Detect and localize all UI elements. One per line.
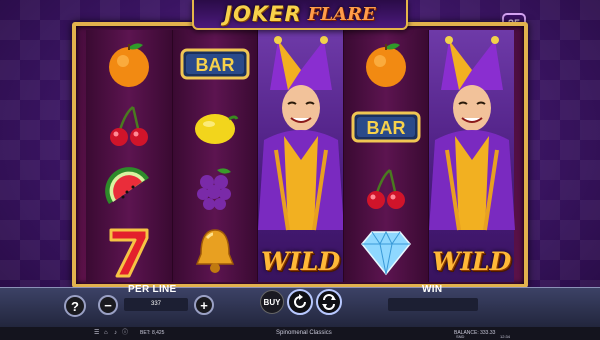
cherry-icon: [344, 158, 429, 221]
joker-icon: [258, 36, 345, 231]
autoplay-icon: [322, 294, 336, 310]
joker-icon: [429, 36, 516, 231]
sound-icon[interactable]: ♪: [114, 330, 117, 337]
bell-icon: [173, 220, 258, 283]
bet-decrease-button[interactable]: −: [98, 295, 118, 315]
orange-icon: [344, 32, 429, 95]
watermelon-icon: [86, 158, 172, 221]
logo-word-flare: FLARE: [307, 3, 376, 25]
reels-area: BAR WILD BAR WILD: [86, 30, 516, 283]
grapes-icon: [173, 158, 258, 221]
per-line-label: PER LINE: [128, 284, 177, 295]
clock: 12:34: [500, 334, 511, 339]
bar-label: BAR: [367, 118, 406, 138]
provider-logo: Spinomenal Classics: [276, 330, 332, 336]
logo-word-joker: JOKER: [224, 2, 302, 26]
win-value: [388, 298, 478, 311]
orange-icon: [86, 32, 172, 95]
wild-joker-symbol: WILD: [258, 30, 345, 282]
reel-1: [86, 30, 172, 282]
status-bar: ☰ ⌂ ♪ ⓘ BET: 8,425 Spinomenal Classics B…: [0, 327, 600, 340]
seven-icon: [86, 220, 172, 283]
lemon-icon: [173, 95, 258, 158]
menu-icon[interactable]: ☰: [94, 330, 99, 337]
buy-button[interactable]: BUY: [260, 290, 284, 314]
home-icon[interactable]: ⌂: [104, 330, 108, 337]
reel-4: BAR: [342, 30, 429, 283]
wild-label: WILD: [432, 247, 512, 276]
bar-icon: BAR: [173, 32, 258, 95]
wild-label: WILD: [260, 247, 340, 276]
bet-per-line-value: 337: [124, 298, 188, 311]
spin-button[interactable]: [287, 289, 313, 315]
reel-5: WILD: [428, 30, 516, 282]
autoplay-button[interactable]: [316, 289, 342, 315]
help-button[interactable]: ?: [64, 295, 86, 317]
cherry-icon: [86, 95, 172, 158]
win-label: WIN: [422, 284, 443, 295]
bet-total: BET: 8,425: [140, 330, 165, 336]
diamond-icon: [344, 220, 429, 283]
bar-icon: BAR: [344, 95, 429, 158]
reel-2: BAR: [171, 30, 258, 283]
wild-joker-symbol: WILD: [429, 30, 516, 282]
reel-3: WILD: [257, 30, 345, 282]
info-icon[interactable]: ⓘ: [122, 330, 128, 337]
refresh-icon: [294, 294, 306, 308]
bet-increase-button[interactable]: +: [194, 295, 214, 315]
sound-toggle[interactable]: SND: [456, 335, 464, 339]
game-logo: JOKER FLARE: [192, 0, 408, 30]
bar-label: BAR: [195, 55, 234, 75]
